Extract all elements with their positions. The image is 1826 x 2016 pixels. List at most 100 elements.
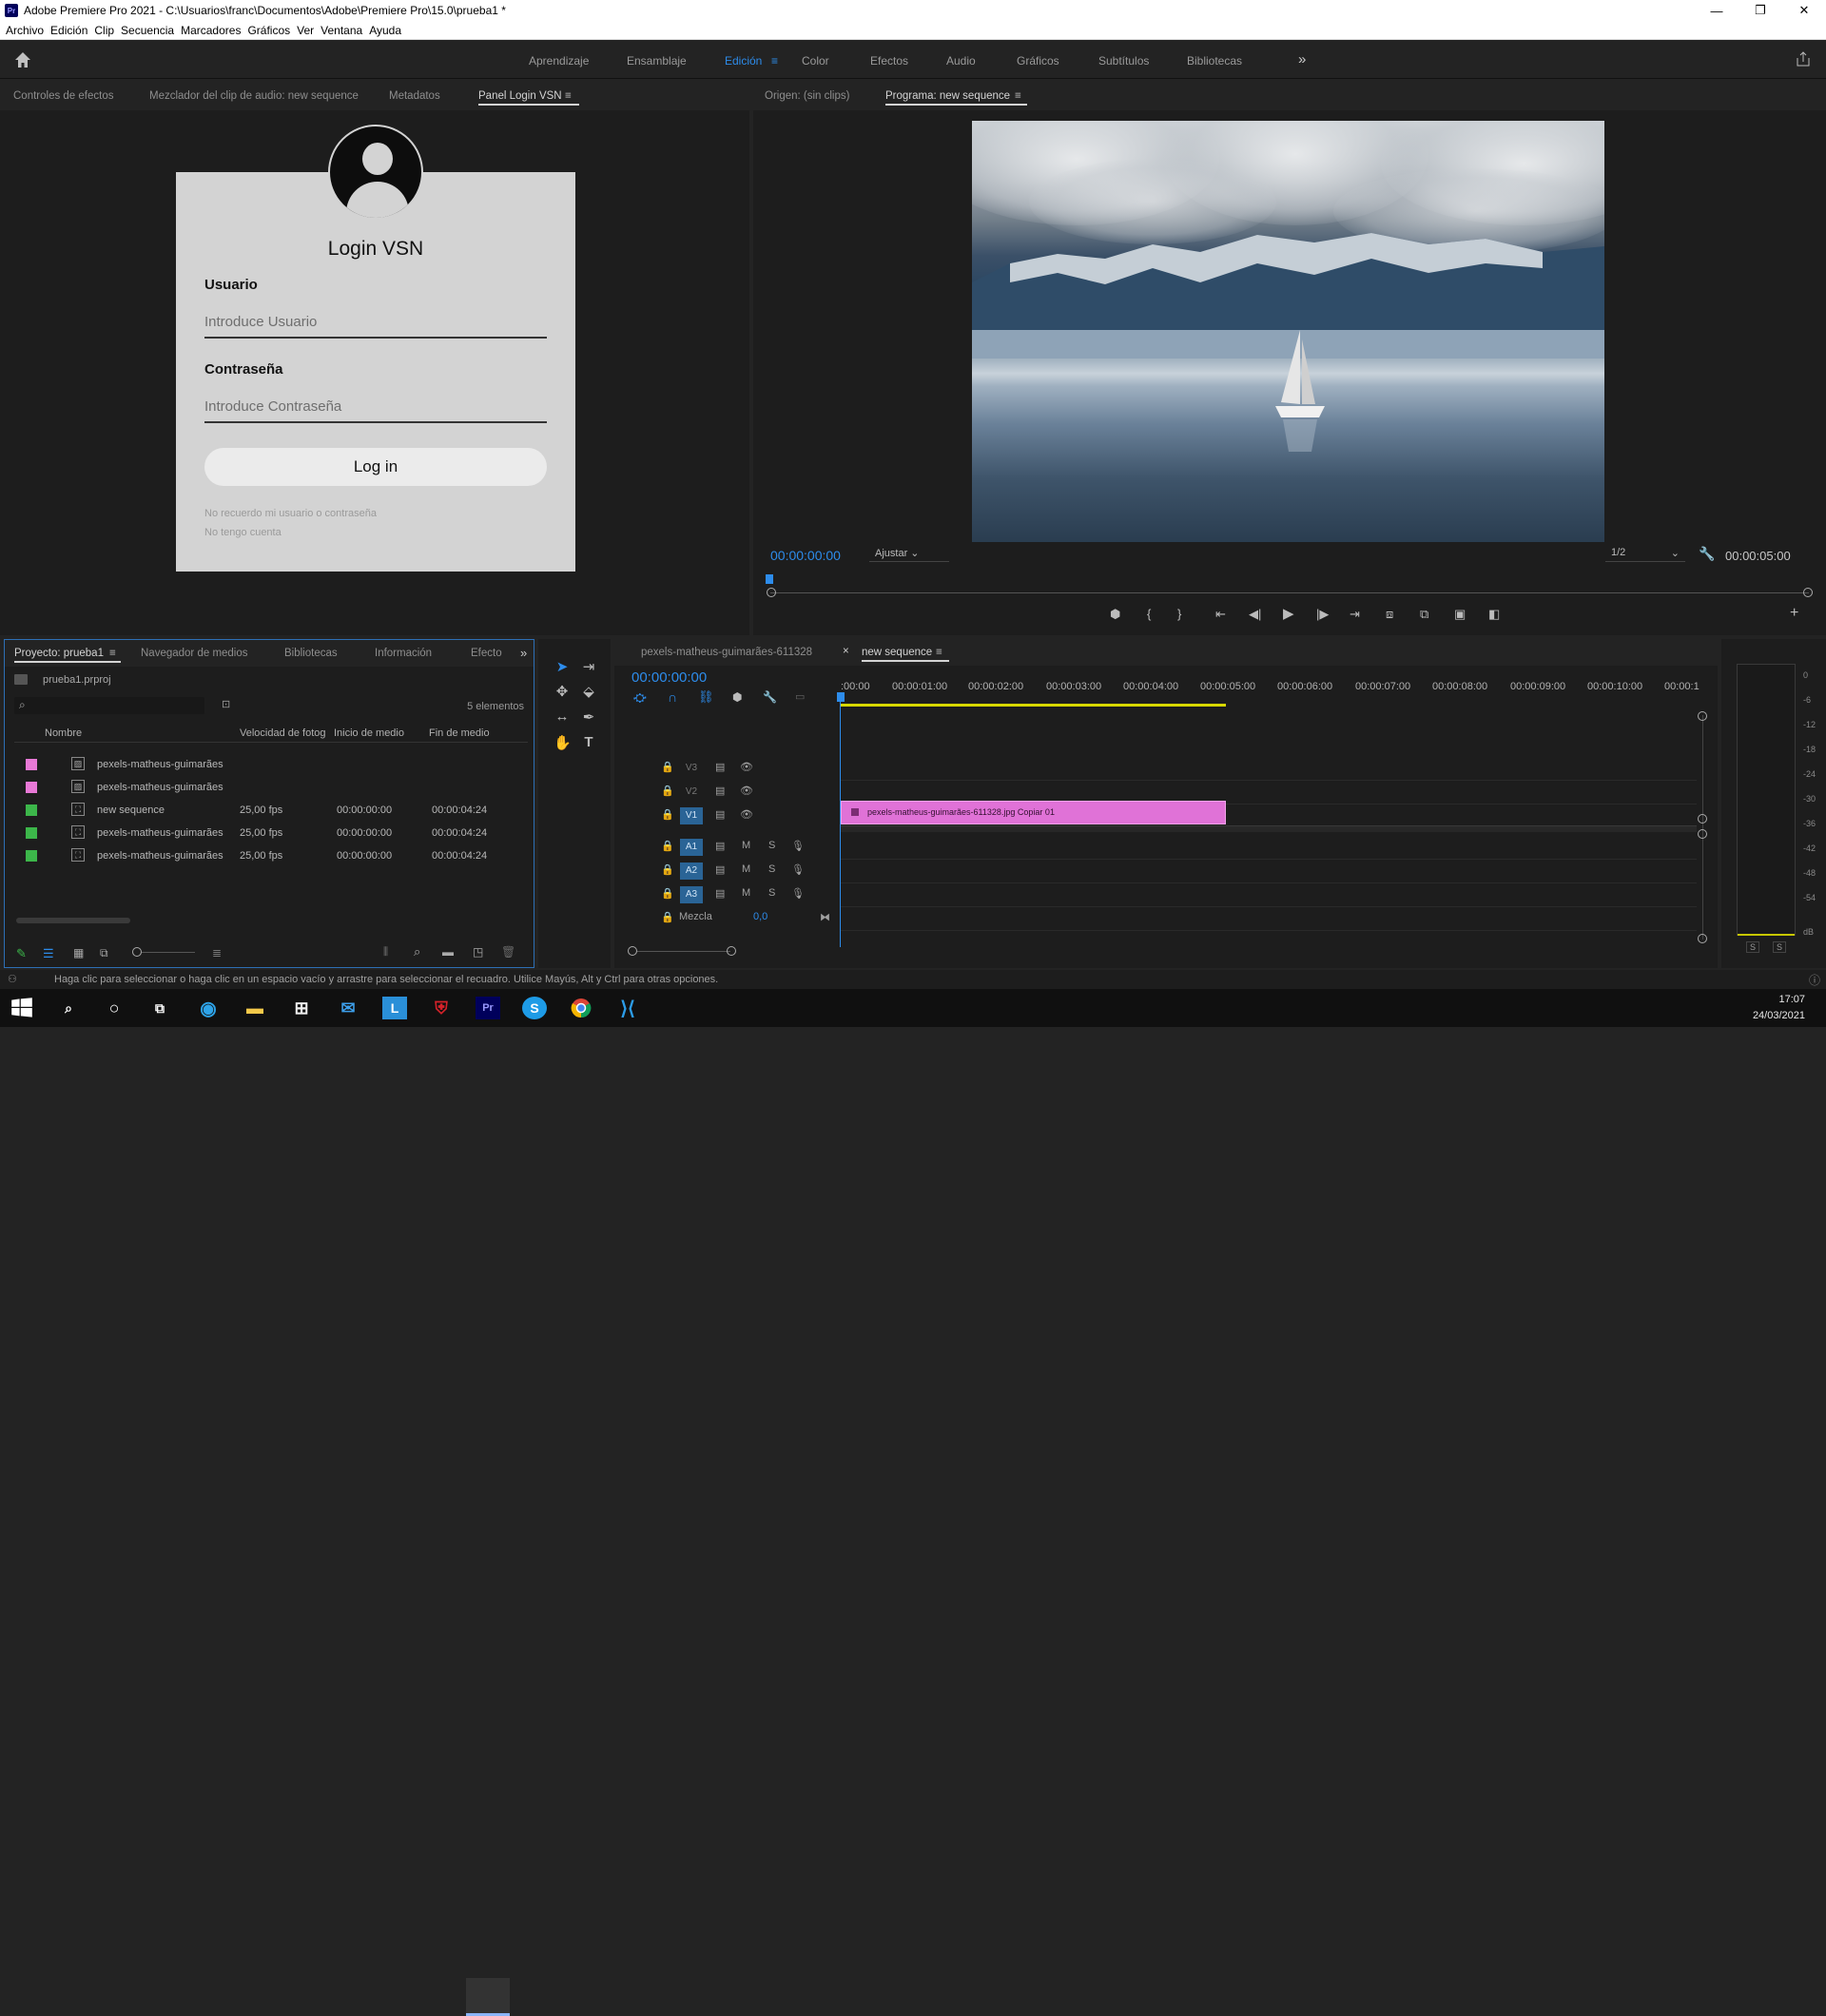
lock-icon[interactable]: 🔒 xyxy=(661,808,674,821)
task-view-icon[interactable]: ⧉ xyxy=(147,997,172,1019)
project-row[interactable]: ⛶ pexels-matheus-guimarães 25,00 fps 00:00:… xyxy=(18,845,526,868)
timeline-marker-icon[interactable]: ⬢ xyxy=(732,690,742,704)
solo-button[interactable]: S xyxy=(768,863,775,875)
overwrite-icon[interactable]: ⧉ xyxy=(1420,607,1428,622)
menu-edicion[interactable]: Edición xyxy=(50,24,87,37)
tab-bibliotecas[interactable]: Bibliotecas xyxy=(284,648,338,659)
track-select-tool-icon[interactable]: ⇥ xyxy=(580,658,597,675)
eye-icon[interactable]: 👁 xyxy=(740,761,753,773)
selection-tool-icon[interactable]: ➤ xyxy=(554,658,571,675)
workspace-ensamblaje[interactable]: Ensamblaje xyxy=(627,54,687,68)
comparison-view-icon[interactable]: ◧ xyxy=(1488,607,1500,622)
project-row[interactable]: ▨ pexels-matheus-guimarães xyxy=(18,777,526,800)
label-color-swatch[interactable] xyxy=(26,850,37,862)
new-bin-from-search-icon[interactable]: ⊡ xyxy=(222,698,230,710)
workspace-color[interactable]: Color xyxy=(802,54,829,68)
microphone-icon[interactable]: 🎙 xyxy=(791,863,805,876)
mcafee-icon[interactable]: ⛨ xyxy=(429,997,454,1019)
video-track-header[interactable]: 🔒 V2 ▤ 👁 xyxy=(618,781,837,804)
workspace-subtitulos[interactable]: Subtítulos xyxy=(1098,54,1149,68)
project-row[interactable]: ⛶ new sequence 25,00 fps 00:00:00:00 00:00:0… xyxy=(18,800,526,823)
add-button-icon[interactable]: + xyxy=(1790,605,1798,622)
tab-new-sequence[interactable]: new sequence xyxy=(862,647,950,662)
program-scrubber[interactable] xyxy=(770,592,1809,593)
go-to-in-icon[interactable]: ⇤ xyxy=(1215,607,1226,622)
zoom-slider-handle[interactable] xyxy=(132,947,142,957)
timeline-menu-icon[interactable]: ≡ xyxy=(936,647,942,658)
eye-icon[interactable]: 👁 xyxy=(740,785,753,797)
lock-icon[interactable]: 🔒 xyxy=(661,761,674,773)
store-icon[interactable]: ⊞ xyxy=(289,997,314,1019)
tab-navegador-medios[interactable]: Navegador de medios xyxy=(141,648,248,659)
maximize-button[interactable]: ❐ xyxy=(1739,0,1782,21)
more-tabs-icon[interactable]: » xyxy=(520,646,527,660)
work-area-bar[interactable] xyxy=(841,704,1226,707)
mail-icon[interactable]: ✉ xyxy=(336,997,360,1019)
sort-icon[interactable]: ≣ xyxy=(212,946,222,960)
tab-programa[interactable]: Programa: new sequence xyxy=(885,90,1028,106)
scrub-end-handle[interactable] xyxy=(1803,588,1813,597)
close-tab-icon[interactable]: × xyxy=(843,646,849,657)
workspace-aprendizaje[interactable]: Aprendizaje xyxy=(529,54,589,68)
workspace-bibliotecas[interactable]: Bibliotecas xyxy=(1187,54,1242,68)
resolution-dropdown[interactable]: 1/2 ⌄ xyxy=(1605,545,1685,562)
workspace-graficos[interactable]: Gráficos xyxy=(1017,54,1059,68)
tab-mezclador-audio[interactable]: Mezclador del clip de audio: new sequenc… xyxy=(149,90,359,102)
tab-informacion[interactable]: Información xyxy=(375,648,432,659)
slip-tool-icon[interactable]: ↔ xyxy=(554,708,571,726)
minimize-button[interactable]: — xyxy=(1695,0,1739,21)
lock-icon[interactable]: 🔒 xyxy=(661,887,674,900)
lock-icon[interactable]: 🔒 xyxy=(661,840,674,852)
audio-track-header[interactable]: 🔒 A1 ▤ M S 🎙 xyxy=(618,836,837,859)
video-track-header[interactable]: 🔒 V1 ▤ 👁 xyxy=(618,804,837,827)
zoom-slider[interactable] xyxy=(142,952,195,953)
lock-icon[interactable]: 🔒 xyxy=(661,911,674,923)
menu-clip[interactable]: Clip xyxy=(94,24,114,37)
type-tool-icon[interactable]: T xyxy=(580,734,597,751)
tab-panel-login[interactable]: Panel Login VSN xyxy=(478,90,579,106)
vertical-scrollbar[interactable] xyxy=(1702,715,1703,940)
microphone-icon[interactable]: 🎙 xyxy=(791,887,805,900)
fit-dropdown[interactable]: Ajustar ⌄ xyxy=(869,545,949,562)
new-bin-icon[interactable]: ▬ xyxy=(442,945,454,959)
menu-ayuda[interactable]: Ayuda xyxy=(369,24,401,37)
eye-icon[interactable]: 👁 xyxy=(740,808,753,821)
project-row[interactable]: ⛶ pexels-matheus-guimarães 25,00 fps 00:00:… xyxy=(18,823,526,845)
play-icon[interactable]: ▶ xyxy=(1283,605,1294,622)
skype-icon[interactable]: S xyxy=(522,997,547,1019)
playhead-marker[interactable] xyxy=(766,574,773,584)
mark-in-icon[interactable]: { xyxy=(1147,607,1151,621)
pen-tool-icon[interactable]: ✒ xyxy=(580,708,597,726)
password-input[interactable] xyxy=(204,391,547,423)
cortana-icon[interactable]: ○ xyxy=(102,997,126,1019)
automate-icon[interactable]: ⫼ xyxy=(383,946,388,959)
mute-button[interactable]: M xyxy=(742,863,750,875)
workspace-efectos[interactable]: Efectos xyxy=(870,54,908,68)
sync-lock-icon[interactable]: ▤ xyxy=(715,840,725,852)
vscroll-mid2-handle[interactable] xyxy=(1698,829,1707,839)
sync-lock-icon[interactable]: ▤ xyxy=(715,887,725,900)
microphone-icon[interactable]: 🎙 xyxy=(791,840,805,852)
audio-track-header[interactable]: 🔒 A3 ▤ M S 🎙 xyxy=(618,883,837,906)
export-frame-icon[interactable]: ▣ xyxy=(1454,607,1466,622)
timeline-zoom-end[interactable] xyxy=(727,946,736,956)
sync-lock-icon[interactable]: ▤ xyxy=(715,808,725,821)
trash-icon[interactable]: 🗑 xyxy=(501,945,515,959)
mark-out-icon[interactable]: } xyxy=(1177,607,1181,621)
list-view-icon[interactable]: ☰ xyxy=(43,946,54,961)
col-velocidad[interactable]: Velocidad de fotog xyxy=(240,727,326,739)
add-marker-icon[interactable]: ⬢ xyxy=(1110,607,1120,622)
workspace-audio[interactable]: Audio xyxy=(946,54,976,68)
scrub-start-handle[interactable] xyxy=(767,588,776,597)
col-inicio[interactable]: Inicio de medio xyxy=(334,727,404,739)
timeline-timecode[interactable]: 00:00:00:00 xyxy=(631,669,707,686)
program-timecode[interactable]: 00:00:00:00 xyxy=(770,548,841,563)
label-color-swatch[interactable] xyxy=(26,782,37,793)
project-menu-icon[interactable]: ≡ xyxy=(109,648,116,659)
wrench-icon[interactable]: 🔧 xyxy=(1699,546,1715,562)
home-icon[interactable] xyxy=(13,50,32,69)
captions-icon[interactable]: ▭ xyxy=(795,690,805,703)
forgot-link[interactable]: No recuerdo mi usuario o contraseña xyxy=(204,508,377,519)
write-icon[interactable]: ✎ xyxy=(16,946,27,961)
vscroll-mid-handle[interactable] xyxy=(1698,814,1707,824)
